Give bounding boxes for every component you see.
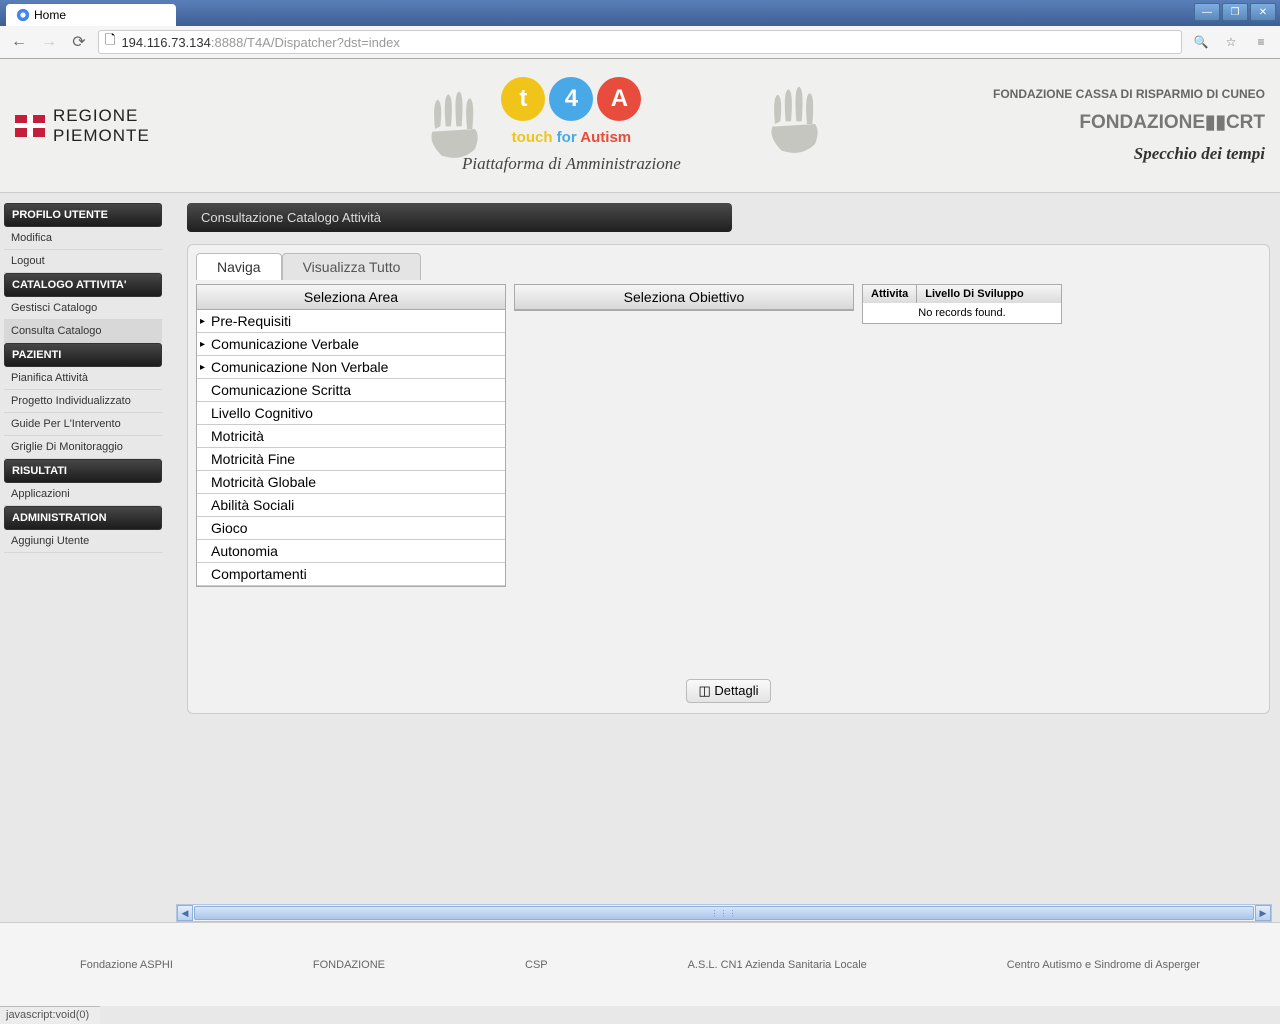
content: Consultazione Catalogo Attività NavigaVi… [162, 203, 1280, 903]
favicon-icon [16, 8, 30, 22]
handprint-icon [760, 84, 830, 164]
logo-circle-4: 4 [549, 77, 593, 121]
bookmark-icon[interactable]: ☆ [1220, 31, 1242, 53]
area-item[interactable]: Gioco [197, 517, 505, 540]
nav-bar: ← → ⟳ 🗋 194.116.73.134:8888/T4A/Dispatch… [0, 26, 1280, 58]
area-item[interactable]: Comunicazione Scritta [197, 379, 505, 402]
sidebar-item[interactable]: Modifica [4, 227, 162, 250]
handprint-icon [420, 89, 490, 169]
menu-header: PAZIENTI [4, 343, 162, 367]
status-bar: javascript:void(0) [0, 1006, 100, 1024]
area-item[interactable]: Motricità [197, 425, 505, 448]
sidebar-item[interactable]: Consulta Catalogo [4, 320, 162, 343]
area-list: Pre-RequisitiComunicazione VerbaleComuni… [197, 310, 505, 586]
footer-logo: Centro Autismo e Sindrome di Asperger [1007, 959, 1200, 971]
zoom-icon[interactable]: 🔍 [1190, 31, 1212, 53]
area-item[interactable]: Comportamenti [197, 563, 505, 586]
results-column: AttivitaLivello Di Sviluppo No records f… [862, 284, 1062, 324]
table-head: AttivitaLivello Di Sviluppo [863, 285, 1061, 303]
area-item[interactable]: Abilità Sociali [197, 494, 505, 517]
area-column-header: Seleziona Area [197, 285, 505, 310]
main: PROFILO UTENTEModificaLogoutCATALOGO ATT… [0, 193, 1280, 903]
area-item[interactable]: Comunicazione Non Verbale [197, 356, 505, 379]
t4a-logo: t 4 A touch for Autism Piattaforma di Am… [462, 77, 681, 174]
tab-naviga[interactable]: Naviga [196, 253, 282, 280]
area-column: Seleziona Area Pre-RequisitiComunicazion… [196, 284, 506, 587]
scroll-thumb[interactable]: ⋮⋮⋮ [194, 906, 1254, 920]
footer-logo: CSP [525, 959, 548, 971]
content-tabs: NavigaVisualizza Tutto [196, 253, 1261, 280]
sidebar-item[interactable]: Progetto Individualizzato [4, 390, 162, 413]
window-controls: — ❐ ✕ [1194, 3, 1276, 21]
sidebar-item[interactable]: Pianifica Attività [4, 367, 162, 390]
footer: Fondazione ASPHI FONDAZIONE CSP A.S.L. CN1 … [0, 922, 1280, 1006]
footer-logo: FONDAZIONE [313, 959, 385, 971]
sponsor-cuneo: FONDAZIONE CASSA DI RISPARMIO DI CUNEO [993, 87, 1265, 101]
area-item[interactable]: Livello Cognitivo [197, 402, 505, 425]
content-box: NavigaVisualizza Tutto Seleziona Area Pr… [187, 244, 1270, 714]
no-records-text: No records found. [863, 303, 1061, 323]
scroll-right-button[interactable]: ▶ [1255, 905, 1271, 921]
columns: Seleziona Area Pre-RequisitiComunicazion… [196, 284, 1261, 587]
back-button[interactable]: ← [8, 31, 30, 53]
tab-title: Home [34, 8, 66, 22]
area-item[interactable]: Motricità Fine [197, 448, 505, 471]
panel-title: Consultazione Catalogo Attività [187, 203, 732, 232]
area-item[interactable]: Motricità Globale [197, 471, 505, 494]
header-sponsors: FONDAZIONE CASSA DI RISPARMIO DI CUNEO F… [993, 87, 1265, 164]
sidebar-item[interactable]: Guide Per L'Intervento [4, 413, 162, 436]
forward-button[interactable]: → [38, 31, 60, 53]
regione-line1: REGIONE [53, 106, 150, 126]
logo-circle-a: A [597, 77, 641, 121]
sidebar-item[interactable]: Applicazioni [4, 483, 162, 506]
area-item[interactable]: Autonomia [197, 540, 505, 563]
logo-circle-t: t [501, 77, 545, 121]
regione-line2: PIEMONTE [53, 126, 150, 146]
minimize-button[interactable]: — [1194, 3, 1220, 21]
regione-logo: REGIONE PIEMONTE [15, 106, 150, 146]
sidebar-item[interactable]: Logout [4, 250, 162, 273]
menu-header: CATALOGO ATTIVITA' [4, 273, 162, 297]
area-item[interactable]: Comunicazione Verbale [197, 333, 505, 356]
sponsor-crt: FONDAZIONE▮▮CRT [1079, 111, 1265, 134]
browser-tab[interactable]: Home [6, 4, 176, 26]
table-column-header[interactable]: Livello Di Sviluppo [917, 285, 1031, 303]
area-item[interactable]: Pre-Requisiti [197, 310, 505, 333]
close-window-button[interactable]: ✕ [1250, 3, 1276, 21]
dettagli-button[interactable]: ◫ Dettagli [686, 679, 772, 703]
obiettivo-column-header: Seleziona Obiettivo [515, 285, 853, 310]
menu-header: ADMINISTRATION [4, 506, 162, 530]
results-table: AttivitaLivello Di Sviluppo No records f… [862, 284, 1062, 324]
tab-bar: Home — ❐ ✕ [0, 0, 1280, 26]
sidebar-item[interactable]: Griglie Di Monitoraggio [4, 436, 162, 459]
maximize-button[interactable]: ❐ [1222, 3, 1248, 21]
flag-icon [15, 115, 45, 137]
sidebar: PROFILO UTENTEModificaLogoutCATALOGO ATT… [4, 203, 162, 903]
reload-button[interactable]: ⟳ [68, 31, 90, 53]
menu-icon[interactable]: ≡ [1250, 31, 1272, 53]
url-path: :8888/T4A/Dispatcher?dst=index [211, 35, 400, 50]
page-icon: 🗋 [105, 31, 115, 53]
url-host: 194.116.73.134 [121, 35, 210, 50]
subtitle: Piattaforma di Amministrazione [462, 154, 681, 174]
table-column-header[interactable]: Attivita [863, 285, 917, 303]
menu-header: PROFILO UTENTE [4, 203, 162, 227]
page-header: REGIONE PIEMONTE t 4 A touch for Autism … [0, 59, 1280, 193]
menu-header: RISULTATI [4, 459, 162, 483]
footer-logo: Fondazione ASPHI [80, 959, 173, 971]
horizontal-scrollbar[interactable]: ◀ ⋮⋮⋮ ▶ [176, 904, 1272, 922]
url-bar[interactable]: 🗋 194.116.73.134:8888/T4A/Dispatcher?dst… [98, 30, 1182, 54]
tab-visualizza-tutto[interactable]: Visualizza Tutto [282, 253, 422, 280]
sidebar-item[interactable]: Aggiungi Utente [4, 530, 162, 553]
t4a-tagline: touch for Autism [462, 129, 681, 146]
sponsor-specchio: Specchio dei tempi [1134, 144, 1265, 164]
browser-chrome: Home — ❐ ✕ ← → ⟳ 🗋 194.116.73.134:8888/T… [0, 0, 1280, 59]
footer-logo: A.S.L. CN1 Azienda Sanitaria Locale [688, 959, 867, 971]
sidebar-item[interactable]: Gestisci Catalogo [4, 297, 162, 320]
obiettivo-column: Seleziona Obiettivo [514, 284, 854, 311]
scroll-left-button[interactable]: ◀ [177, 905, 193, 921]
